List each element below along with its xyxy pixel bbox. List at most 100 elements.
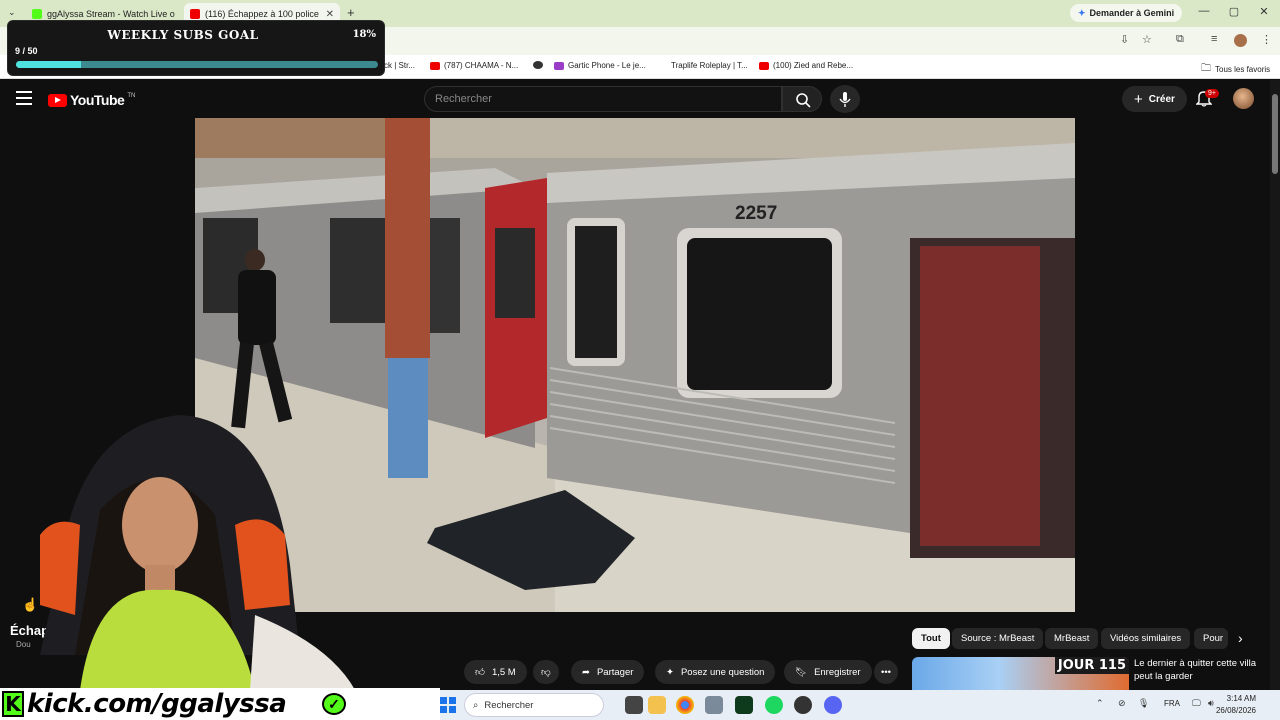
- youtube-logo[interactable]: YouTube TN: [48, 92, 135, 108]
- profile-avatar-icon[interactable]: [1234, 34, 1247, 47]
- bookmark-icon: 🔖︎: [795, 666, 808, 678]
- bookmark-star-icon[interactable]: ☆: [1142, 33, 1152, 46]
- bookmark-item[interactable]: ck | Str...: [384, 61, 415, 70]
- extensions-icon[interactable]: ⧉: [1176, 33, 1184, 46]
- task-view-icon[interactable]: [625, 696, 643, 714]
- media-controls-icon[interactable]: ≡: [1211, 33, 1217, 45]
- discord-icon[interactable]: [824, 696, 842, 714]
- chrome-icon[interactable]: [676, 696, 694, 714]
- car-number: 2257: [735, 203, 777, 224]
- account-avatar[interactable]: [1233, 88, 1254, 109]
- scrollbar-thumb[interactable]: [1272, 94, 1278, 174]
- search-icon: [796, 93, 811, 108]
- like-button[interactable]: 👍︎ 1,5 M: [464, 660, 527, 684]
- like-count: 1,5 M: [491, 666, 516, 678]
- system-clock[interactable]: 3:14 AM 26/08/2026: [1216, 693, 1256, 717]
- all-favorites-label: Tous les favoris: [1215, 65, 1271, 74]
- close-tab-icon[interactable]: ✕: [326, 9, 334, 20]
- youtube-favicon-icon: [190, 9, 200, 19]
- volume-icon[interactable]: 🔊︎: [1208, 698, 1214, 709]
- video-letterbox-right: [1075, 118, 1270, 612]
- chip-mrbeast[interactable]: MrBeast: [1045, 628, 1099, 649]
- hamburger-menu-icon[interactable]: [16, 91, 32, 105]
- kick-favicon-icon: [32, 9, 42, 19]
- new-tab-icon[interactable]: +: [347, 5, 355, 20]
- browser-menu-icon[interactable]: ⋮: [1261, 33, 1272, 46]
- save-label: Enregistrer: [814, 666, 861, 678]
- logo-text: YouTube: [70, 92, 125, 108]
- tab-list-chevron-icon[interactable]: ⌄: [8, 7, 16, 18]
- ask-gemini-button[interactable]: ✦ Demander à Gemini: [1070, 4, 1183, 22]
- maximize-icon[interactable]: ▢: [1226, 5, 1242, 18]
- minimize-icon[interactable]: —: [1196, 5, 1212, 17]
- bookmark-item[interactable]: (787) CHAAMA - N...: [430, 61, 518, 70]
- clock-time: 3:14 AM: [1226, 694, 1256, 703]
- globe-icon: [533, 61, 543, 69]
- more-dots-icon: •••: [881, 666, 891, 678]
- thumbnail-badge: JOUR 115: [1054, 657, 1129, 674]
- snipping-tool-icon[interactable]: [705, 696, 723, 714]
- mic-muted-icon[interactable]: ⊘: [1118, 698, 1126, 709]
- obs-icon[interactable]: [794, 696, 812, 714]
- kick-channel-url: kick.com/ggalyssa: [27, 689, 287, 719]
- goal-progress-bar: [16, 61, 378, 68]
- file-explorer-icon[interactable]: [648, 696, 666, 714]
- spotify-icon[interactable]: [765, 696, 783, 714]
- chips-next-chevron-icon[interactable]: ›: [1238, 630, 1243, 646]
- dislike-button[interactable]: 👎︎: [533, 660, 559, 684]
- windows-start-icon[interactable]: [440, 697, 456, 713]
- voice-search-button[interactable]: [830, 85, 860, 113]
- input-language[interactable]: FRA: [1164, 699, 1180, 708]
- install-app-icon[interactable]: ⇩: [1120, 33, 1129, 46]
- chip-all[interactable]: Tout: [912, 628, 950, 649]
- create-label: Créer: [1148, 93, 1175, 105]
- search-icon: ⌕: [473, 699, 479, 711]
- chip-for-you[interactable]: Pour: [1194, 628, 1228, 649]
- search-button[interactable]: [782, 86, 822, 112]
- kick-logo: K: [2, 691, 24, 717]
- kick-url-banner: K kick.com/ggalyssa ✓: [0, 688, 440, 720]
- chip-label: Source : MrBeast: [961, 633, 1035, 644]
- youtube-icon: [430, 61, 440, 70]
- bookmark-item[interactable]: [533, 61, 543, 69]
- tray-chevron-icon[interactable]: ⌃: [1096, 698, 1104, 709]
- kick-app-icon[interactable]: [735, 696, 753, 714]
- bookmark-item[interactable]: (100) Zied and Rebe...: [759, 61, 853, 70]
- search-input[interactable]: Rechercher: [424, 86, 782, 112]
- chip-similar-videos[interactable]: Vidéos similaires: [1101, 628, 1191, 649]
- mouse-cursor-icon: ☝: [22, 597, 39, 612]
- logo-country: TN: [127, 93, 136, 99]
- ask-question-button[interactable]: ✦ Posez une question: [655, 660, 776, 684]
- bookmark-label: (787) CHAAMA - N...: [444, 61, 519, 70]
- save-button[interactable]: 🔖︎ Enregistrer: [784, 660, 872, 684]
- bookmark-label: (100) Zied and Rebe...: [773, 61, 854, 70]
- youtube-play-icon: [48, 93, 67, 107]
- youtube-header: YouTube TN Rechercher + Créer 9+: [0, 80, 1270, 118]
- goal-percent: 18%: [352, 29, 376, 40]
- recommended-video-thumbnail[interactable]: JOUR 115: [912, 657, 1129, 690]
- chip-source-mrbeast[interactable]: Source : MrBeast: [952, 628, 1044, 649]
- chip-label: MrBeast: [1054, 633, 1090, 644]
- taskbar-search[interactable]: ⌕ Rechercher: [464, 693, 604, 717]
- all-favorites-folder[interactable]: 🗀 Tous les favoris: [1201, 61, 1270, 78]
- bookmark-label: Gartic Phone - Le je...: [568, 61, 646, 70]
- window-close-icon[interactable]: ✕: [1256, 5, 1272, 18]
- network-icon[interactable]: 🖵︎: [1192, 698, 1201, 709]
- share-button[interactable]: ➦ Partager: [571, 660, 645, 684]
- youtube-icon: [759, 61, 769, 70]
- clock-date: 26/08/2026: [1215, 706, 1256, 715]
- page-scrollbar[interactable]: [1270, 80, 1280, 690]
- bookmark-item[interactable]: Gartic Phone - Le je...: [554, 61, 646, 70]
- goal-progress-fill: [16, 61, 82, 68]
- more-actions-button[interactable]: •••: [874, 660, 898, 684]
- bookmark-item[interactable]: Traplife Roleplay | T...: [671, 61, 748, 70]
- chip-label: Pour: [1203, 633, 1224, 644]
- sparkle-icon: ✦: [666, 666, 674, 678]
- recommended-video-title[interactable]: Le dernier à quitter cette villa peut la…: [1134, 657, 1264, 683]
- gartic-icon: [554, 61, 564, 70]
- tab-label: ggAlyssa Stream - Watch Live o: [47, 9, 175, 19]
- microphone-tray-icon[interactable]: 🎙︎: [1138, 698, 1149, 709]
- chip-label: Vidéos similaires: [1110, 633, 1182, 644]
- create-button[interactable]: + Créer: [1122, 86, 1187, 112]
- notification-count-badge: 9+: [1205, 89, 1219, 98]
